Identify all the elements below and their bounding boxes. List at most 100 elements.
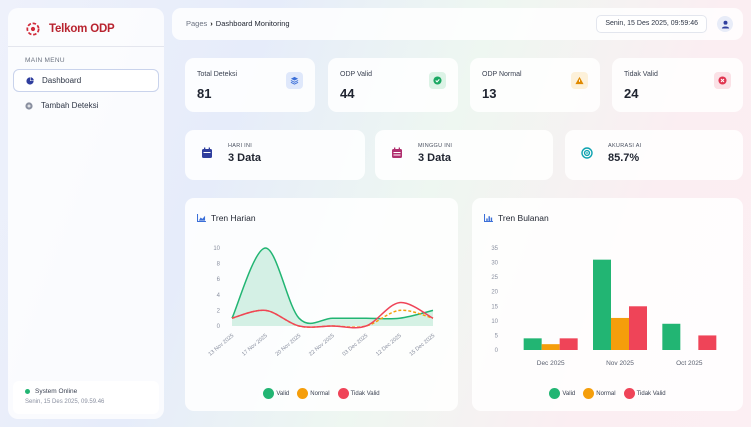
- x-tick-label: 13 Nov 2025: [208, 333, 236, 358]
- warning-icon: [571, 72, 588, 89]
- stat-card-total-deteksi: Total Deteksi 81: [185, 58, 315, 112]
- stat-card-odp-valid: ODP Valid 44: [328, 58, 458, 112]
- y-tick-label: 10: [491, 319, 498, 325]
- y-tick-label: 5: [495, 333, 499, 339]
- summary-label: HARI INI: [228, 143, 253, 149]
- chart-legend: Valid Normal Tidak Valid: [472, 388, 743, 399]
- summary-card-akurasi-ai: AKURASI AI 85.7%: [565, 130, 743, 180]
- y-tick-label: 10: [213, 246, 220, 252]
- bar-tidak-valid: [629, 306, 647, 350]
- x-tick-label: Nov 2025: [606, 360, 634, 367]
- stat-value: 44: [340, 86, 355, 101]
- summary-value: 3 Data: [418, 152, 452, 164]
- system-status: System Online Senin, 15 Des 2025, 09.59.…: [13, 381, 159, 414]
- topbar: Pages › Dashboard Monitoring Senin, 15 Des…: [172, 8, 743, 40]
- user-menu-button[interactable]: [717, 16, 733, 32]
- legend-item-tidak-valid[interactable]: Tidak Valid: [623, 388, 666, 399]
- target-icon: [581, 147, 593, 159]
- bar-tidak-valid: [698, 335, 717, 350]
- summary-value: 85.7%: [608, 152, 640, 164]
- plus-circle-icon: [25, 101, 33, 110]
- chevron-right-icon: ›: [210, 19, 213, 28]
- legend-swatch: [297, 388, 309, 399]
- y-tick-label: 2: [217, 308, 221, 314]
- sidebar-item-label: Dashboard: [42, 76, 82, 85]
- stat-value: 81: [197, 86, 212, 101]
- sidebar-item-label: Tambah Deteksi: [41, 101, 99, 110]
- legend-label: Normal: [310, 390, 330, 397]
- legend-item-normal[interactable]: Normal: [297, 388, 330, 399]
- calendar-week-icon: [392, 147, 402, 158]
- stat-card-odp-normal: ODP Normal 13: [470, 58, 600, 112]
- legend-item-tidak-valid[interactable]: Tidak Valid: [337, 388, 380, 399]
- menu-title: MAIN MENU: [25, 57, 65, 64]
- x-tick-label: 03 Dec 2025: [342, 333, 370, 358]
- summary-value: 3 Data: [228, 152, 262, 164]
- chart-legend: Valid Normal Tidak Valid: [185, 388, 458, 399]
- y-tick-label: 20: [491, 290, 498, 296]
- status-time: Senin, 15 Des 2025, 09.59.46: [25, 399, 105, 405]
- breadcrumb-root[interactable]: Pages: [186, 19, 207, 28]
- x-circle-icon: [714, 72, 731, 89]
- legend-swatch: [263, 388, 275, 399]
- sidebar: Telkom ODP MAIN MENU Dashboard Tambah De…: [8, 8, 164, 419]
- stat-card-tidak-valid: Tidak Valid 24: [612, 58, 743, 112]
- summary-label: MINGGU INI: [418, 143, 453, 149]
- bar-valid: [593, 259, 611, 350]
- legend-item-valid[interactable]: Valid: [549, 388, 575, 399]
- legend-label: Normal: [596, 390, 616, 397]
- stat-label: Total Deteksi: [197, 71, 238, 78]
- y-tick-label: 8: [217, 262, 221, 268]
- legend-label: Valid: [276, 390, 290, 397]
- legend-swatch: [583, 388, 595, 399]
- legend-label: Tidak Valid: [636, 390, 666, 397]
- x-tick-label: 17 Nov 2025: [241, 333, 269, 358]
- y-tick-label: 30: [491, 261, 498, 267]
- x-tick-label: 15 Dec 2025: [409, 333, 437, 358]
- bar-valid: [523, 338, 542, 350]
- telkom-logo-icon: [26, 22, 40, 36]
- legend-swatch: [623, 388, 635, 399]
- legend-label: Valid: [562, 390, 576, 397]
- brand[interactable]: Telkom ODP: [8, 8, 164, 40]
- x-tick-label: 20 Nov 2025: [275, 333, 303, 358]
- check-circle-icon: [429, 72, 446, 89]
- summary-card-hari-ini: HARI INI 3 Data: [185, 130, 365, 180]
- y-tick-label: 35: [491, 246, 498, 252]
- summary-label: AKURASI AI: [608, 143, 642, 149]
- breadcrumb: Pages › Dashboard Monitoring: [186, 19, 290, 28]
- x-tick-label: 12 Dec 2025: [375, 333, 403, 358]
- stat-value: 24: [624, 86, 639, 101]
- bar-normal: [611, 317, 629, 350]
- stat-label: ODP Valid: [340, 71, 373, 78]
- legend-swatch: [549, 388, 561, 399]
- legend-item-valid[interactable]: Valid: [263, 388, 289, 399]
- legend-swatch: [337, 388, 349, 399]
- area-valid: [232, 248, 433, 326]
- x-tick-label: Oct 2025: [676, 360, 703, 367]
- datetime-display: Senin, 15 Des 2025, 09:59:46: [596, 15, 707, 33]
- y-tick-label: 0: [495, 348, 499, 354]
- calendar-icon: [202, 147, 212, 158]
- stat-value: 13: [482, 86, 497, 101]
- y-tick-label: 0: [217, 324, 221, 330]
- legend-item-normal[interactable]: Normal: [583, 388, 616, 399]
- breadcrumb-current: Dashboard Monitoring: [215, 19, 290, 28]
- bar-valid: [662, 323, 681, 350]
- y-tick-label: 15: [491, 304, 498, 310]
- x-tick-label: 22 Nov 2025: [308, 333, 336, 358]
- sidebar-item-dashboard[interactable]: Dashboard: [13, 69, 159, 92]
- user-icon: [721, 20, 729, 29]
- legend-label: Tidak Valid: [350, 390, 380, 397]
- brand-name: Telkom ODP: [49, 23, 115, 35]
- summary-card-minggu-ini: MINGGU INI 3 Data: [375, 130, 553, 180]
- bar-tidak-valid: [559, 338, 578, 350]
- status-text: System Online: [35, 388, 78, 395]
- y-tick-label: 4: [217, 293, 221, 299]
- sidebar-item-tambah-deteksi[interactable]: Tambah Deteksi: [13, 94, 159, 117]
- chart-card-tren-harian: Tren Harian 0 2 4 6 8 10 13 Nov 2025 17 Nov 202…: [185, 198, 458, 411]
- daily-trend-chart: 0 2 4 6 8 10 13 Nov 2025 17 Nov 2025 20 Nov 2025…: [208, 246, 437, 358]
- stat-label: Tidak Valid: [624, 71, 658, 78]
- x-tick-label: Dec 2025: [537, 360, 565, 367]
- y-tick-label: 6: [217, 277, 221, 283]
